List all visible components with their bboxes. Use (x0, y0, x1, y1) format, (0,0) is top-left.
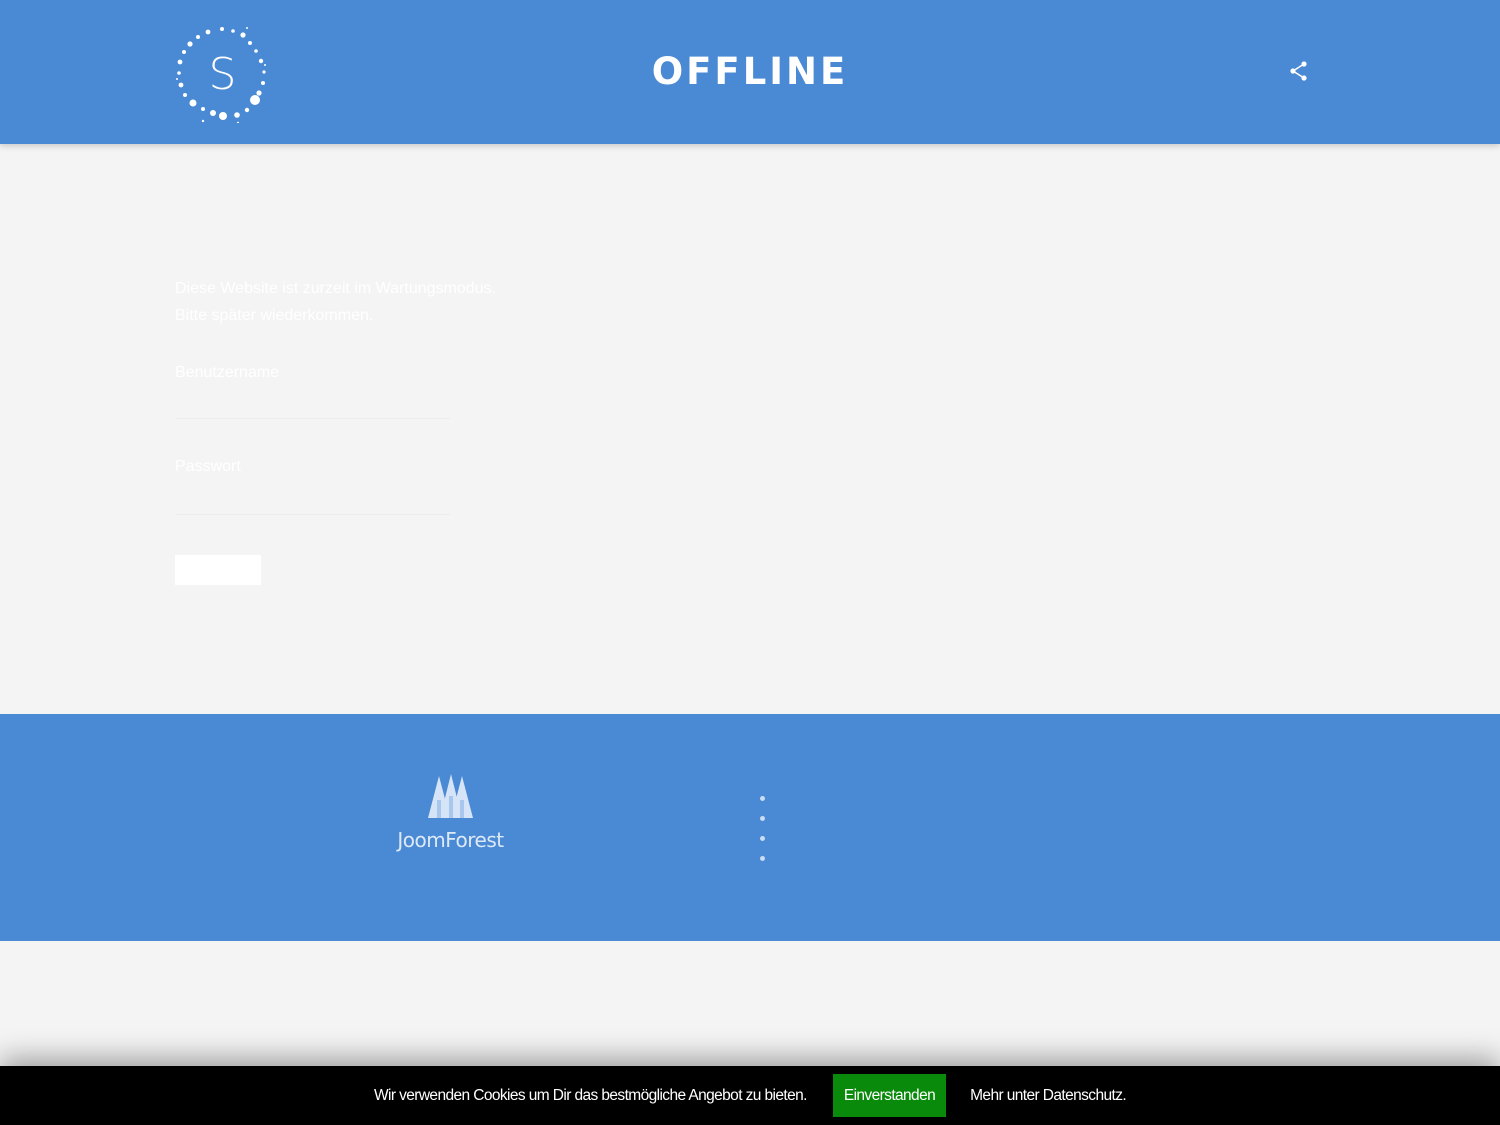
cookie-notice-text: Wir verwenden Cookies um Dir das bestmög… (373, 1086, 807, 1104)
share-button[interactable] (1288, 60, 1310, 82)
joomforest-logo[interactable]: JoomForest (393, 774, 508, 856)
cookie-accept-button[interactable]: Einverstanden (832, 1074, 947, 1117)
menu-dot[interactable] (760, 796, 765, 801)
offline-message-line-2: Bitte später wiederkommen. (175, 307, 374, 324)
password-input[interactable] (175, 485, 450, 515)
joomforest-brand-text: JoomForest (397, 828, 504, 852)
trees-icon (428, 774, 473, 818)
site-header: S OFFLINE (0, 0, 1500, 144)
offline-message: Diese Website ist zurzeit im Wartungsmod… (175, 275, 496, 329)
username-label: Benutzername (175, 364, 280, 381)
username-input[interactable] (175, 389, 450, 419)
main-content: Diese Website ist zurzeit im Wartungsmod… (0, 144, 1500, 714)
share-icon (1290, 61, 1307, 81)
menu-dot[interactable] (760, 856, 765, 861)
menu-dot[interactable] (760, 836, 765, 841)
password-label: Passwort (175, 458, 241, 475)
offline-message-line-1: Diese Website ist zurzeit im Wartungsmod… (175, 280, 496, 297)
site-footer: JoomForest (0, 714, 1500, 941)
privacy-link[interactable]: Mehr unter Datenschutz. (970, 1087, 1127, 1105)
menu-dot[interactable] (760, 816, 765, 821)
page-title: OFFLINE (651, 50, 849, 93)
cookie-banner: Wir verwenden Cookies um Dir das bestmög… (0, 1066, 1500, 1125)
login-button[interactable] (175, 555, 261, 585)
